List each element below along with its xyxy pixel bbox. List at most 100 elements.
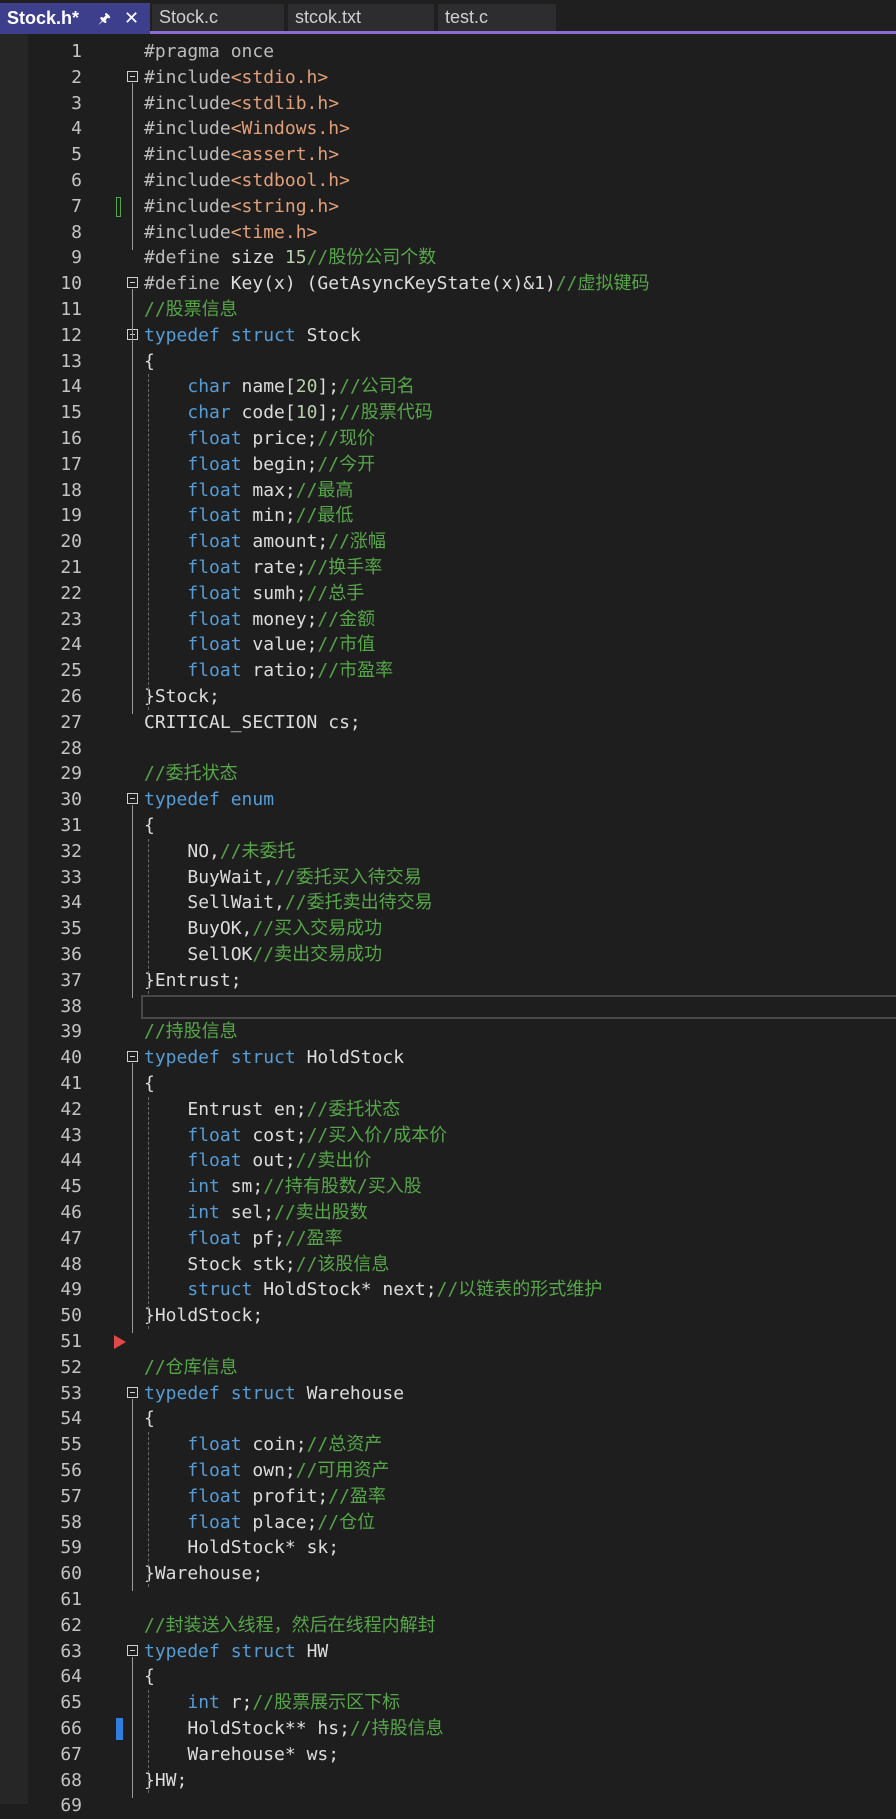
code-line[interactable]: 30 typedef enum — [0, 787, 896, 813]
code-line[interactable]: 51 — [0, 1329, 896, 1355]
code-line[interactable]: 36 SellOK//卖出交易成功 — [0, 942, 896, 968]
fold-toggle-icon[interactable] — [127, 793, 138, 805]
code-token: <stdbool.h> — [230, 170, 350, 191]
code-line[interactable]: 27 CRITICAL_SECTION cs; — [0, 710, 896, 736]
code-line[interactable]: 49 struct HoldStock* next;//以链表的形式维护 — [0, 1277, 896, 1303]
code-token: ]; — [317, 402, 340, 424]
tab-test-c[interactable]: test.c — [438, 4, 556, 31]
code-line[interactable]: 31 { — [0, 813, 896, 839]
code-line[interactable]: 17 float begin;//今开 — [0, 452, 896, 478]
code-line[interactable]: 37}Entrust; — [0, 968, 896, 994]
code-line[interactable]: 58 float place;//仓位 — [0, 1510, 896, 1536]
code-line[interactable]: 26}Stock; — [0, 684, 896, 710]
code-token: typedef — [144, 1382, 231, 1404]
code-line[interactable]: 7 #include<string.h> — [0, 194, 896, 220]
line-number: 39 — [60, 1021, 82, 1043]
code-editor[interactable]: 1 #pragma once 2 #include<stdio.h> 3 #include… — [0, 34, 896, 1816]
tab-stcok-txt[interactable]: stcok.txt — [288, 4, 434, 31]
code-line[interactable]: 59 HoldStock* sk; — [0, 1535, 896, 1561]
code-line[interactable]: 50}HoldStock; — [0, 1303, 896, 1329]
code-line[interactable]: 6 #include<stdbool.h> — [0, 168, 896, 194]
code-line[interactable]: 42 Entrust en;//委托状态 — [0, 1097, 896, 1123]
code-line[interactable]: 68}HW; — [0, 1768, 896, 1794]
tab-stock-c[interactable]: Stock.c — [152, 4, 284, 31]
code-line[interactable]: 13 { — [0, 349, 896, 375]
code-line[interactable]: 57 float profit;//盈率 — [0, 1484, 896, 1510]
code-line[interactable]: 40 typedef struct HoldStock — [0, 1045, 896, 1071]
code-line[interactable]: 3 #include<stdlib.h> — [0, 91, 896, 117]
code-line[interactable]: 12 typedef struct Stock — [0, 323, 896, 349]
fold-toggle-icon[interactable] — [127, 277, 138, 289]
code-line[interactable]: 56 float own;//可用资产 — [0, 1458, 896, 1484]
code-token: coin; — [252, 1434, 307, 1456]
code-line[interactable]: 19 float min;//最低 — [0, 503, 896, 529]
code-line[interactable]: 54 { — [0, 1406, 896, 1432]
line-number: 10 — [60, 273, 82, 295]
code-line[interactable]: 33 BuyWait,//委托买入待交易 — [0, 865, 896, 891]
fold-toggle-icon[interactable] — [127, 70, 138, 82]
code-line[interactable]: 65 int r;//股票展示区下标 — [0, 1690, 896, 1716]
code-line[interactable]: 47 float pf;//盈率 — [0, 1226, 896, 1252]
code-text: HoldStock** hs;//持股信息 — [144, 1716, 443, 1742]
code-line[interactable]: 23 float money;//金额 — [0, 607, 896, 633]
code-line[interactable]: 64 { — [0, 1664, 896, 1690]
code-line[interactable]: 44 float out;//卖出价 — [0, 1148, 896, 1174]
code-line[interactable]: 55 float coin;//总资产 — [0, 1432, 896, 1458]
code-line[interactable]: 14 char name[20];//公司名 — [0, 374, 896, 400]
code-line[interactable]: 24 float value;//市值 — [0, 632, 896, 658]
code-text: float sumh;//总手 — [144, 581, 364, 607]
code-token: //委托状态 — [144, 763, 238, 785]
code-line[interactable]: 69 — [0, 1793, 896, 1819]
code-line[interactable]: 41 { — [0, 1071, 896, 1097]
code-line[interactable]: 62 //封装送入线程，然后在线程内解封 — [0, 1613, 896, 1639]
tab-stock-h[interactable]: Stock.h* 🖈 ✕ — [0, 3, 150, 34]
line-number: 42 — [60, 1098, 82, 1120]
code-line[interactable]: 67 Warehouse* ws; — [0, 1742, 896, 1768]
line-number: 12 — [60, 324, 82, 346]
code-line[interactable]: 29 //委托状态 — [0, 761, 896, 787]
code-line[interactable]: 63 typedef struct HW — [0, 1639, 896, 1665]
code-line[interactable]: 16 float price;//现价 — [0, 426, 896, 452]
code-token: float — [187, 1150, 253, 1172]
code-line[interactable]: 4 #include<Windows.h> — [0, 116, 896, 142]
fold-toggle-icon[interactable] — [127, 1051, 138, 1063]
code-line[interactable]: 46 int sel;//卖出股数 — [0, 1200, 896, 1226]
code-line[interactable]: 2 #include<stdio.h> — [0, 65, 896, 91]
code-line[interactable]: 34 SellWait,//委托卖出待交易 — [0, 890, 896, 916]
code-line[interactable]: 10 #define Key(x) (GetAsyncKeyState(x)&1)… — [0, 271, 896, 297]
code-line[interactable]: 1 #pragma once — [0, 39, 896, 65]
code-line[interactable]: 22 float sumh;//总手 — [0, 581, 896, 607]
code-line[interactable]: 15 char code[10];//股票代码 — [0, 400, 896, 426]
fold-toggle-icon[interactable] — [127, 1644, 138, 1656]
code-line[interactable]: 8 #include<time.h> — [0, 220, 896, 246]
code-line[interactable]: 43 float cost;//买入价/成本价 — [0, 1123, 896, 1149]
code-line[interactable]: 66 HoldStock** hs;//持股信息 — [0, 1716, 896, 1742]
code-line[interactable]: 20 float amount;//涨幅 — [0, 529, 896, 555]
code-token: #define — [144, 247, 231, 269]
code-text: }Warehouse; — [144, 1561, 263, 1587]
code-line[interactable]: 18 float max;//最高 — [0, 478, 896, 504]
code-line[interactable]: 61 — [0, 1587, 896, 1613]
code-line[interactable]: 9 #define size 15//股份公司个数 — [0, 245, 896, 271]
code-line[interactable]: 52 //仓库信息 — [0, 1355, 896, 1381]
code-token: //虚拟键码 — [555, 273, 650, 295]
code-line[interactable]: 60}Warehouse; — [0, 1561, 896, 1587]
code-line[interactable]: 39 //持股信息 — [0, 1019, 896, 1045]
pin-icon[interactable]: 🖈 — [98, 3, 111, 34]
code-line[interactable]: 53 typedef struct Warehouse — [0, 1381, 896, 1407]
code-line[interactable]: 5 #include<assert.h> — [0, 142, 896, 168]
code-line[interactable]: 25 float ratio;//市盈率 — [0, 658, 896, 684]
code-line[interactable]: 11 //股票信息 — [0, 297, 896, 323]
code-line[interactable]: 32 NO,//未委托 — [0, 839, 896, 865]
code-line[interactable]: 21 float rate;//换手率 — [0, 555, 896, 581]
code-line[interactable]: 35 BuyOK,//买入交易成功 — [0, 916, 896, 942]
code-line[interactable]: 28 — [0, 736, 896, 762]
close-icon[interactable]: ✕ — [124, 3, 139, 34]
code-line[interactable]: 48 Stock stk;//该股信息 — [0, 1252, 896, 1278]
code-line[interactable]: 45 int sm;//持有股数/买入股 — [0, 1174, 896, 1200]
fold-toggle-icon[interactable] — [127, 1386, 138, 1398]
code-token: typedef — [144, 324, 231, 346]
